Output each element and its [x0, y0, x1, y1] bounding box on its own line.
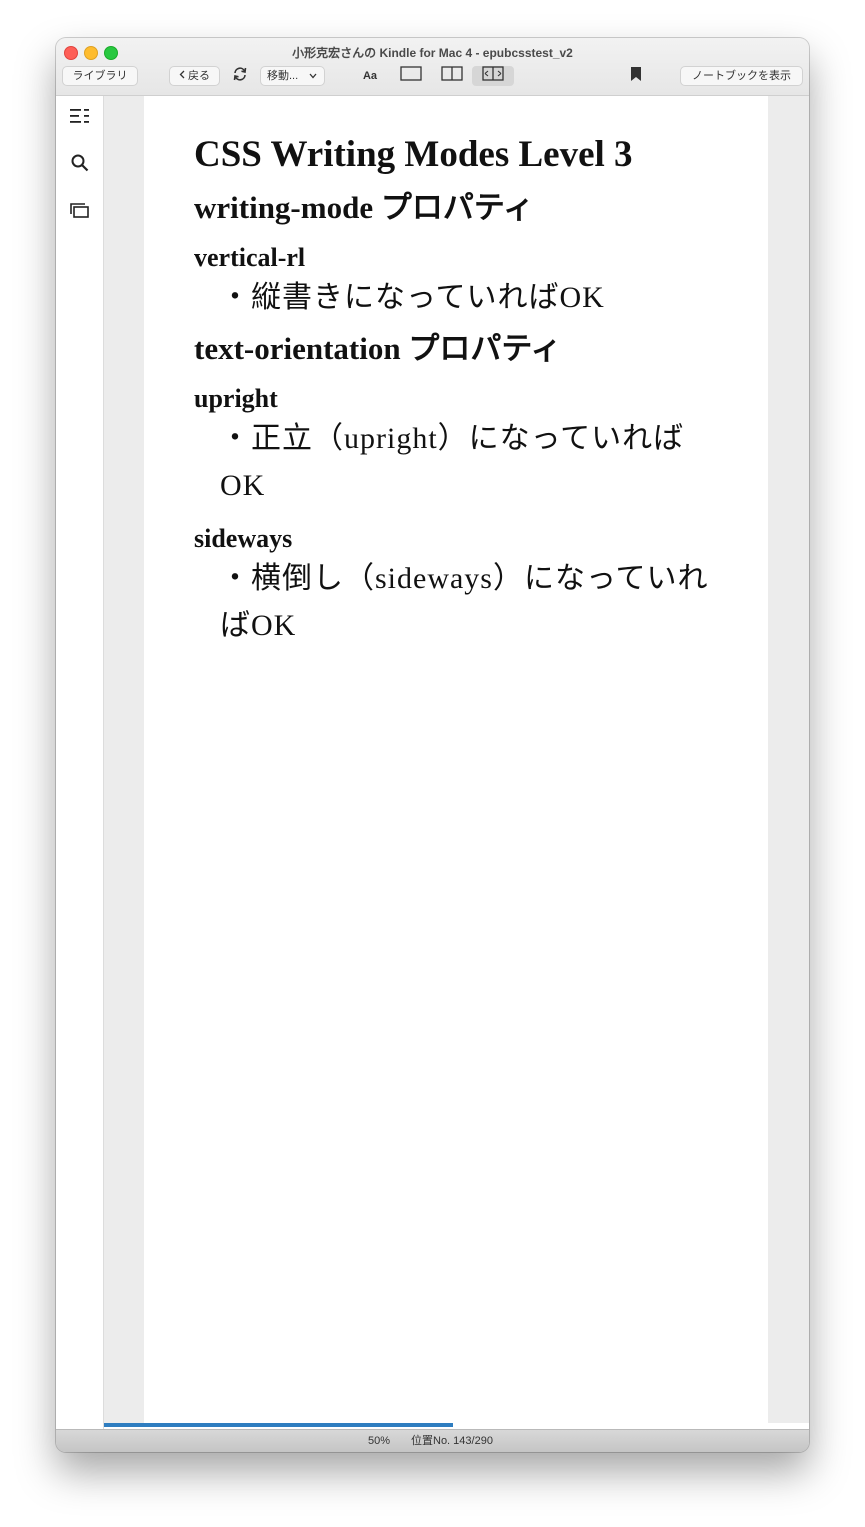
section-heading: text-orientation プロパティ	[194, 331, 562, 366]
kindle-window: 小形克宏さんの Kindle for Mac 4 - epubcsstest_v…	[56, 38, 809, 1452]
list-item: ・横倒し（sideways）になっていればOK	[220, 562, 709, 642]
single-page-view-button[interactable]	[390, 66, 432, 86]
goto-dropdown[interactable]: 移動...	[260, 66, 325, 86]
chevron-down-icon	[309, 67, 317, 85]
list-item: ・正立（upright）になっていればOK	[220, 422, 685, 502]
right-margin	[768, 96, 809, 1423]
reading-page[interactable]: CSS Writing Modes Level 3 writing-mode プ…	[144, 96, 768, 1423]
search-icon	[71, 154, 89, 177]
search-button[interactable]	[69, 154, 91, 176]
sync-icon	[232, 66, 248, 87]
sync-button[interactable]	[230, 66, 250, 86]
section-heading: writing-mode プロパティ	[194, 190, 534, 225]
title-bar: 小形克宏さんの Kindle for Mac 4 - epubcsstest_v…	[56, 38, 809, 96]
table-of-contents-button[interactable]	[69, 107, 91, 129]
status-bar: 50% 位置No. 143/290	[56, 1429, 809, 1452]
goto-label: 移動...	[267, 70, 299, 82]
sidebar	[56, 96, 104, 1429]
percent-read: 50%	[368, 1435, 391, 1447]
single-page-icon	[400, 66, 422, 86]
back-button[interactable]: 戻る	[169, 66, 220, 86]
cards-icon	[70, 202, 90, 224]
bookmark-icon	[631, 66, 641, 86]
book-title: CSS Writing Modes Level 3	[194, 134, 633, 175]
list-item: ・縦書きになっていればOK	[220, 281, 605, 314]
table-of-contents-icon	[70, 108, 90, 129]
window-title: 小形克宏さんの Kindle for Mac 4 - epubcsstest_v…	[292, 46, 573, 60]
book-content: CSS Writing Modes Level 3 writing-mode プ…	[194, 132, 724, 657]
chevron-left-icon	[179, 67, 185, 85]
bookmark-button[interactable]	[626, 66, 646, 86]
location-indicator: 位置No. 143/290	[411, 1435, 493, 1447]
subsection-heading: vertical-rl	[194, 243, 306, 272]
fit-width-icon	[482, 66, 504, 86]
two-page-view-button[interactable]	[431, 66, 473, 86]
two-page-icon	[441, 66, 463, 86]
font-settings-button[interactable]: Aa	[358, 66, 382, 86]
fit-width-view-button[interactable]	[472, 66, 514, 86]
left-margin	[104, 96, 144, 1423]
subsection-heading: sideways	[194, 524, 293, 553]
flashcards-button[interactable]	[69, 202, 91, 224]
subsection-heading: upright	[194, 384, 278, 413]
show-notebook-button[interactable]: ノートブックを表示	[680, 66, 803, 86]
back-label: 戻る	[188, 70, 210, 82]
reading-progress-fill	[104, 1423, 453, 1427]
library-button[interactable]: ライブラリ	[62, 66, 138, 86]
